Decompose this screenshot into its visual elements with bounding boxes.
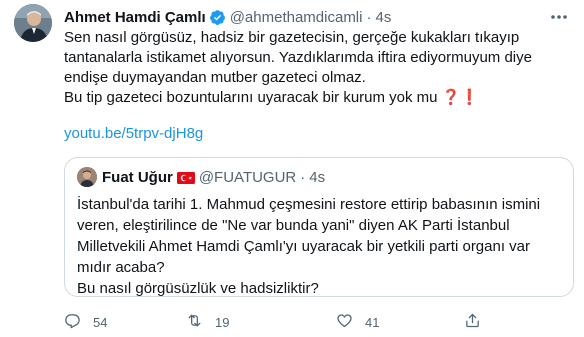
reply-icon bbox=[64, 312, 81, 332]
share-icon bbox=[464, 312, 481, 332]
quoted-text-line: İstanbul'da tarihi 1. Mahmud çeşmesini r… bbox=[77, 196, 541, 213]
quoted-text-line: Milletvekili Ahmet Hamdi Çamlı'yı uyarac… bbox=[77, 238, 531, 255]
more-icon[interactable] bbox=[548, 8, 570, 26]
quoted-author-name: Fuat Uğur bbox=[102, 168, 173, 186]
author-handle[interactable]: @ahmethamdicamli bbox=[230, 9, 363, 26]
tweet-text: Sen nasıl görgüsüz, hadsiz bir gazetecis… bbox=[64, 28, 574, 108]
reply-button[interactable]: 54 bbox=[64, 311, 107, 333]
quoted-author-avatar bbox=[77, 167, 97, 187]
tweet-text-line: Bu tip gazeteci bozuntularını uyaracak b… bbox=[64, 88, 574, 108]
retweet-icon bbox=[186, 312, 203, 332]
author-name[interactable]: Ahmet Hamdi Çamlı bbox=[64, 9, 206, 26]
verified-badge-icon bbox=[209, 9, 226, 26]
retweet-button[interactable]: 19 bbox=[186, 311, 229, 333]
share-button[interactable] bbox=[464, 311, 481, 333]
quoted-text-line: Bu nasıl görgüsüzlük ve hadsizliktir? bbox=[77, 280, 319, 297]
quoted-tweet-text: İstanbul'da tarihi 1. Mahmud çeşmesini r… bbox=[77, 194, 567, 299]
turkey-flag-icon bbox=[176, 171, 195, 184]
quoted-text-line: mıdır acaba? bbox=[77, 259, 165, 276]
tweet-text-line: Sen nasıl görgüsüz, hadsiz bir gazetecis… bbox=[64, 29, 520, 46]
separator-dot: · bbox=[300, 168, 306, 186]
tweet[interactable]: Ahmet Hamdi Çamlı @ahmethamdicamli · 4s … bbox=[0, 0, 584, 337]
tweet-header: Ahmet Hamdi Çamlı @ahmethamdicamli · 4s bbox=[64, 6, 570, 28]
like-button[interactable]: 41 bbox=[336, 311, 379, 333]
tweet-text-line: tantanalarla istikamet alıyorsun. Yazdık… bbox=[64, 49, 532, 66]
tweet-actions: 54 19 41 bbox=[64, 311, 574, 333]
tweet-text-line-content: Bu tip gazeteci bozuntularını uyaracak b… bbox=[64, 89, 438, 106]
tweet-time[interactable]: 4s bbox=[375, 9, 391, 26]
youtube-link[interactable]: youtu.be/5trpv-djH8g bbox=[64, 124, 203, 144]
tweet-text-line: endişe duymayandan mutber gazeteci olmaz… bbox=[64, 69, 366, 86]
reply-count: 54 bbox=[93, 314, 108, 330]
like-count: 41 bbox=[365, 314, 380, 330]
like-icon bbox=[336, 312, 353, 332]
quoted-tweet[interactable]: Fuat Uğur @FUATUGUR · 4s İstanbul'da tar… bbox=[64, 157, 574, 297]
quoted-tweet-header: Fuat Uğur @FUATUGUR · 4s bbox=[77, 167, 325, 187]
question-exclamation-emoji: ❓❗ bbox=[441, 89, 479, 106]
quoted-author-handle: @FUATUGUR bbox=[198, 168, 297, 186]
quoted-text-line: veren, eleştirilince de "Ne var bunda ya… bbox=[77, 217, 510, 234]
separator-dot: · bbox=[366, 8, 372, 26]
quoted-tweet-time: 4s bbox=[309, 168, 326, 186]
author-avatar[interactable] bbox=[14, 4, 52, 42]
retweet-count: 19 bbox=[215, 314, 230, 330]
